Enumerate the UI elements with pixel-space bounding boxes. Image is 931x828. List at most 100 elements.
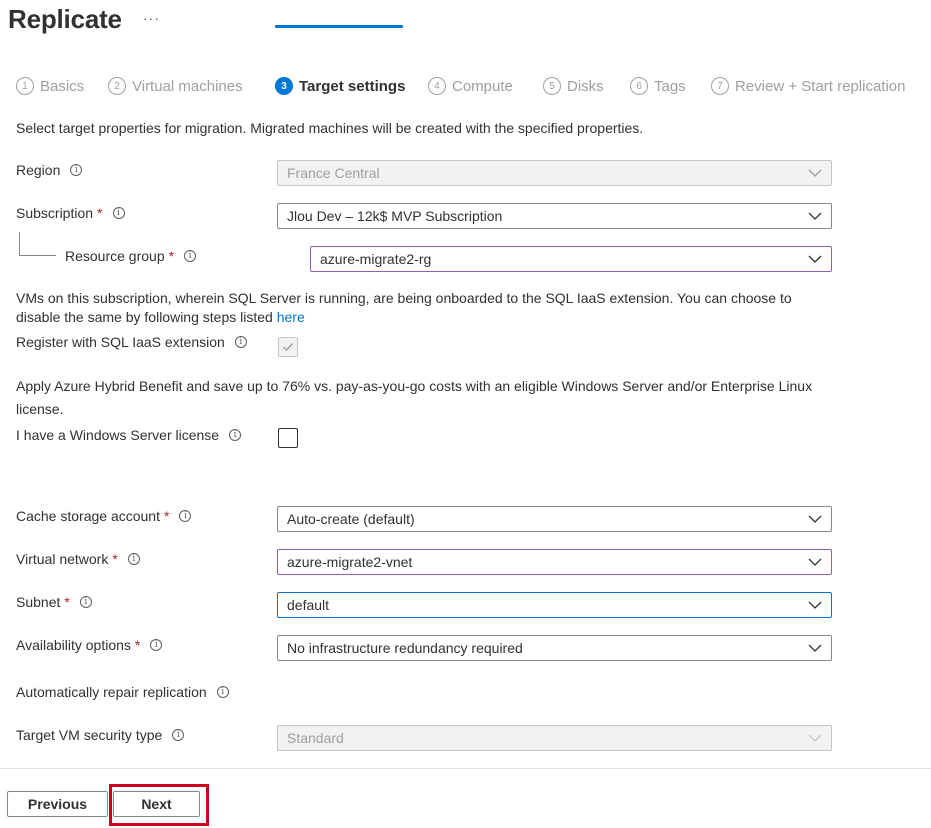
auto-repair-label-text: Automatically repair replication xyxy=(16,684,207,700)
virtual-network-label-text: Virtual network xyxy=(16,551,109,567)
tree-connector xyxy=(19,232,20,255)
sql-notice-line1: VMs on this subscription, wherein SQL Se… xyxy=(16,290,792,306)
required-marker: * xyxy=(163,508,170,524)
cache-storage-dropdown[interactable]: Auto-create (default) xyxy=(277,506,832,532)
step-number-icon: 5 xyxy=(543,77,561,95)
subnet-label-text: Subnet xyxy=(16,594,61,610)
chevron-down-icon xyxy=(808,734,822,742)
chevron-down-icon xyxy=(808,169,822,177)
info-icon[interactable]: i xyxy=(79,596,92,608)
hybrid-text-line1: Apply Azure Hybrid Benefit and save up t… xyxy=(16,378,813,394)
subnet-label: Subnet * i xyxy=(16,594,92,610)
step-label: Basics xyxy=(40,77,85,95)
chevron-down-icon xyxy=(808,601,822,609)
availability-value: No infrastructure redundancy required xyxy=(287,640,523,656)
security-type-label-text: Target VM security type xyxy=(16,727,163,743)
register-sql-label-text: Register with SQL IaaS extension xyxy=(16,334,225,350)
footer-divider xyxy=(0,768,931,769)
step-label: Compute xyxy=(452,77,513,95)
step-number-icon: 4 xyxy=(428,77,446,95)
page-title: Replicate xyxy=(8,4,122,34)
virtual-network-dropdown[interactable]: azure-migrate2-vnet xyxy=(277,549,832,575)
security-type-label: Target VM security type i xyxy=(16,727,185,743)
step-disks[interactable]: 5 Disks xyxy=(543,75,604,97)
region-value: France Central xyxy=(287,165,380,181)
info-icon[interactable]: i xyxy=(70,164,83,176)
required-marker: * xyxy=(168,248,175,264)
virtual-network-value: azure-migrate2-vnet xyxy=(287,554,413,570)
sql-notice-line2: disable the same by following steps list… xyxy=(16,307,305,327)
resource-group-dropdown[interactable]: azure-migrate2-rg xyxy=(310,246,832,272)
info-icon[interactable]: i xyxy=(229,429,242,441)
info-icon[interactable]: i xyxy=(216,686,229,698)
required-marker: * xyxy=(97,205,103,221)
wizard-steps: 1 Basics 2 Virtual machines 3 Target set… xyxy=(16,75,931,105)
info-icon[interactable]: i xyxy=(150,639,163,651)
cache-storage-label: Cache storage account * i xyxy=(16,508,192,524)
subscription-label: Subscription * i xyxy=(16,205,125,221)
next-button-highlight xyxy=(109,784,209,826)
availability-label-text: Availability options xyxy=(16,637,131,653)
windows-license-checkbox[interactable] xyxy=(278,428,298,448)
security-type-dropdown: Standard xyxy=(277,725,832,751)
subscription-value: Jlou Dev – 12k$ MVP Subscription xyxy=(287,208,503,224)
step-compute[interactable]: 4 Compute xyxy=(428,75,513,97)
info-icon[interactable]: i xyxy=(234,336,247,348)
windows-license-label: I have a Windows Server license i xyxy=(16,427,242,443)
step-number-icon: 1 xyxy=(16,77,34,95)
chevron-down-icon xyxy=(808,644,822,652)
info-icon[interactable]: i xyxy=(184,250,197,262)
subnet-dropdown[interactable]: default xyxy=(277,592,832,618)
step-label: Disks xyxy=(567,77,604,95)
step-target-settings[interactable]: 3 Target settings xyxy=(275,75,405,97)
subscription-dropdown[interactable]: Jlou Dev – 12k$ MVP Subscription xyxy=(277,203,832,229)
sql-notice-text: disable the same by following steps list… xyxy=(16,309,277,325)
windows-license-label-text: I have a Windows Server license xyxy=(16,427,220,443)
chevron-down-icon xyxy=(808,255,822,263)
step-label: Tags xyxy=(654,77,686,95)
required-marker: * xyxy=(134,637,141,653)
active-step-underline xyxy=(275,25,403,28)
virtual-network-label: Virtual network * i xyxy=(16,551,140,567)
resource-group-value: azure-migrate2-rg xyxy=(320,251,432,267)
auto-repair-label: Automatically repair replication i xyxy=(16,684,229,700)
step-virtual-machines[interactable]: 2 Virtual machines xyxy=(108,75,243,97)
step-tags[interactable]: 6 Tags xyxy=(630,75,686,97)
step-label: Review + Start replication xyxy=(735,77,906,95)
availability-dropdown[interactable]: No infrastructure redundancy required xyxy=(277,635,832,661)
step-number-icon: 3 xyxy=(275,77,293,95)
availability-label: Availability options * i xyxy=(16,637,163,653)
step-label: Target settings xyxy=(299,77,406,95)
region-label: Region i xyxy=(16,162,83,178)
chevron-down-icon xyxy=(808,212,822,220)
step-basics[interactable]: 1 Basics xyxy=(16,75,84,97)
subnet-value: default xyxy=(287,597,330,613)
step-label: Virtual machines xyxy=(132,77,243,95)
here-link[interactable]: here xyxy=(277,309,305,325)
hybrid-text-line2: license. xyxy=(16,401,64,417)
cache-storage-label-text: Cache storage account xyxy=(16,508,160,524)
chevron-down-icon xyxy=(808,515,822,523)
chevron-down-icon xyxy=(808,558,822,566)
previous-button[interactable]: Previous xyxy=(7,791,108,817)
step-number-icon: 7 xyxy=(711,77,729,95)
register-sql-label: Register with SQL IaaS extension i xyxy=(16,334,247,350)
register-sql-checkbox xyxy=(278,337,298,357)
step-number-icon: 6 xyxy=(630,77,648,95)
subscription-label-text: Subscription xyxy=(16,205,94,221)
region-dropdown: France Central xyxy=(277,160,832,186)
info-icon[interactable]: i xyxy=(172,729,185,741)
info-icon[interactable]: i xyxy=(127,553,140,565)
required-marker: * xyxy=(112,551,118,567)
step-review-start-replication[interactable]: 7 Review + Start replication xyxy=(711,75,906,97)
info-icon[interactable]: i xyxy=(112,207,125,219)
info-icon[interactable]: i xyxy=(179,510,192,522)
intro-text: Select target properties for migration. … xyxy=(16,120,644,136)
checkmark-icon xyxy=(283,343,294,352)
security-type-value: Standard xyxy=(287,730,344,746)
tree-connector xyxy=(19,255,56,256)
resource-group-label: Resource group * i xyxy=(65,248,197,264)
required-marker: * xyxy=(64,594,70,610)
more-options-icon[interactable]: ··· xyxy=(143,10,160,26)
step-number-icon: 2 xyxy=(108,77,126,95)
